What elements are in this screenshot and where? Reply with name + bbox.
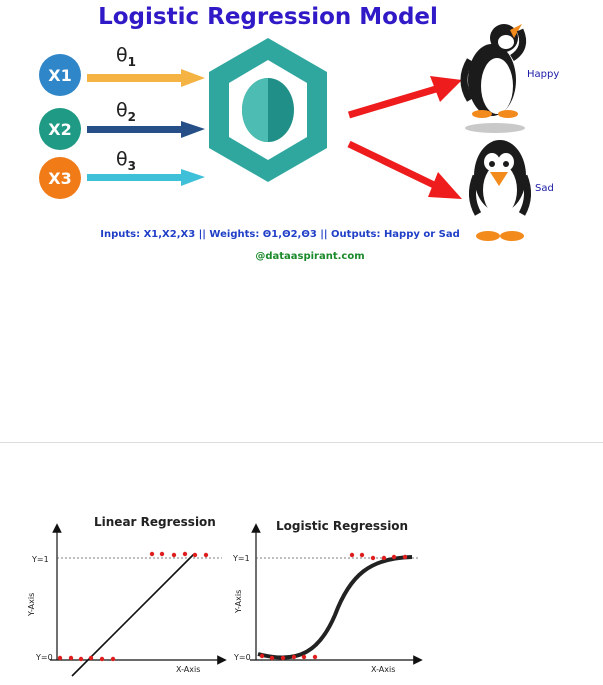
happy-penguin-icon (460, 24, 527, 133)
output-arrow-happy (347, 76, 462, 119)
sad-penguin-icon (469, 140, 531, 241)
diagram-caption: Inputs: X1,X2,X3 || Weights: Θ1,Θ2,Θ3 ||… (100, 229, 460, 240)
logistic-data-points (259, 552, 408, 661)
linear-data-points (57, 551, 209, 662)
logistic-plot (250, 523, 423, 665)
weight-arrow-3 (87, 169, 205, 186)
output-arrow-sad (347, 140, 462, 199)
section-divider (0, 442, 603, 443)
weight-arrow-2 (87, 121, 205, 138)
model-hexagon-icon (209, 38, 327, 182)
regression-comparison-plots (50, 523, 423, 677)
output-label-sad: Sad (535, 183, 554, 194)
source-handle: @dataaspirant.com (255, 251, 365, 262)
weight-arrow-1 (87, 69, 205, 87)
output-label-happy: Happy (527, 69, 560, 80)
linear-plot (50, 523, 227, 677)
sigmoid-curve (257, 555, 413, 660)
